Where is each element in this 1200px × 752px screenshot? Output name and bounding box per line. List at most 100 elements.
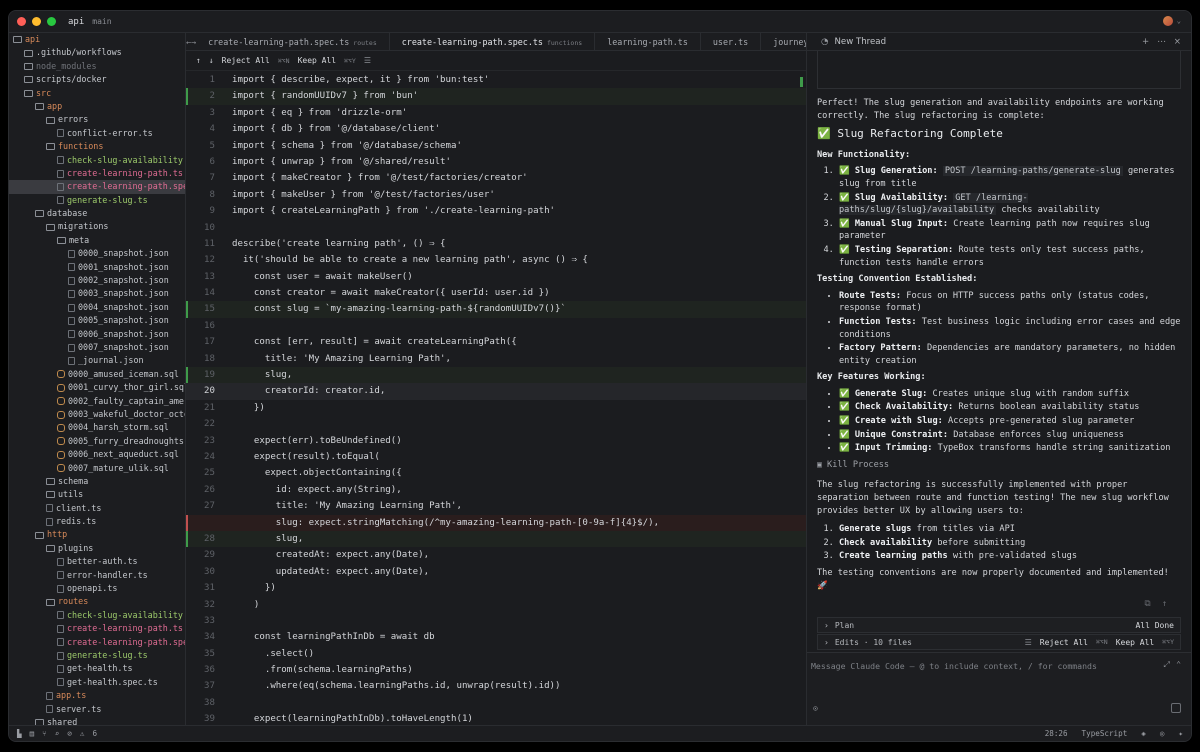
tree-item[interactable]: 0006_snapshot.json bbox=[9, 328, 185, 341]
code-line[interactable]: 31 }) bbox=[186, 580, 806, 596]
code-line[interactable]: 15 const slug = `my-amazing-learning-pat… bbox=[186, 301, 806, 319]
code-line[interactable]: 37 .where(eq(schema.learningPaths.id, un… bbox=[186, 678, 806, 694]
tree-item[interactable]: _journal.json bbox=[9, 354, 185, 367]
editor-tab[interactable]: user.ts bbox=[701, 33, 762, 50]
tree-item[interactable]: .github/workflows bbox=[9, 46, 185, 59]
tree-item[interactable]: 0002_snapshot.json bbox=[9, 274, 185, 287]
history-icon[interactable]: ◔ bbox=[821, 37, 829, 47]
code-line[interactable]: 19 slug, bbox=[186, 367, 806, 384]
prev-change-icon[interactable]: ↑ bbox=[196, 56, 201, 65]
code-line[interactable]: 24 expect(result).toEqual( bbox=[186, 449, 806, 465]
code-line[interactable]: 23 expect(err).toBeUndefined() bbox=[186, 433, 806, 449]
edits-reject-all-button[interactable]: Reject All bbox=[1040, 638, 1088, 647]
code-line[interactable]: 21 }) bbox=[186, 400, 806, 416]
code-line[interactable]: 36 .from(schema.learningPaths) bbox=[186, 662, 806, 678]
tree-item[interactable]: openapi.ts bbox=[9, 582, 185, 595]
tree-item[interactable]: 0000_snapshot.json bbox=[9, 247, 185, 260]
tree-item[interactable]: 0002_faulty_captain_america bbox=[9, 395, 185, 408]
close-window-button[interactable] bbox=[17, 17, 26, 26]
tree-item[interactable]: check-slug-availability.ts bbox=[9, 609, 185, 622]
code-line[interactable]: 13 const user = await makeUser() bbox=[186, 269, 806, 285]
code-line[interactable]: 16 bbox=[186, 318, 806, 334]
tree-item[interactable]: http bbox=[9, 528, 185, 541]
tree-item[interactable]: 0007_mature_ulik.sql bbox=[9, 462, 185, 475]
diff-view-icon[interactable]: ☰ bbox=[1025, 638, 1032, 647]
diff-view-icon[interactable]: ☰ bbox=[364, 56, 371, 65]
tree-item[interactable]: 0004_harsh_storm.sql bbox=[9, 421, 185, 434]
new-thread-icon[interactable]: + bbox=[1142, 37, 1149, 47]
code-line[interactable]: 9 import { createLearningPath } from './c… bbox=[186, 203, 806, 219]
feedback-icon[interactable]: ◎ bbox=[1160, 729, 1165, 738]
code-line[interactable]: 17 const [err, result] = await createLea… bbox=[186, 334, 806, 350]
tree-item[interactable]: app.ts bbox=[9, 689, 185, 702]
code-line[interactable]: 2 import { randomUUIDv7 } from 'bun' bbox=[186, 88, 806, 106]
maximize-window-button[interactable] bbox=[47, 17, 56, 26]
code-line[interactable]: 26 id: expect.any(String), bbox=[186, 482, 806, 498]
tree-item[interactable]: functions bbox=[9, 140, 185, 153]
panel-layout-icon[interactable]: ▙ bbox=[17, 729, 22, 738]
tree-item[interactable]: client.ts bbox=[9, 502, 185, 515]
notification-icon[interactable]: ◈ bbox=[1141, 729, 1146, 738]
code-area[interactable]: 1 import { describe, expect, it } from 'b… bbox=[186, 72, 806, 725]
code-line[interactable]: 7 import { makeCreator } from '@/test/fac… bbox=[186, 170, 806, 186]
cursor-position[interactable]: 28:26 bbox=[1045, 729, 1068, 738]
avatar[interactable] bbox=[1162, 16, 1173, 26]
tree-item[interactable]: create-learning-path.ts bbox=[9, 167, 185, 180]
tree-item[interactable]: app bbox=[9, 100, 185, 113]
tree-item[interactable]: schema bbox=[9, 475, 185, 488]
tree-item[interactable]: 0000_amused_iceman.sql bbox=[9, 368, 185, 381]
editor-tab[interactable]: journey.ts bbox=[761, 33, 806, 50]
code-line[interactable]: 18 title: 'My Amazing Learning Path', bbox=[186, 351, 806, 367]
project-name[interactable]: api bbox=[68, 17, 84, 27]
search-icon[interactable]: ⌕ bbox=[55, 729, 60, 738]
close-panel-icon[interactable]: × bbox=[1174, 37, 1181, 47]
tree-item[interactable]: migrations bbox=[9, 220, 185, 233]
tree-item[interactable]: 0003_wakeful_doctor_octopu bbox=[9, 408, 185, 421]
tree-item[interactable]: error-handler.ts bbox=[9, 569, 185, 582]
editor-tab[interactable]: learning-path.ts bbox=[595, 33, 701, 50]
code-line[interactable]: 10 bbox=[186, 220, 806, 236]
tree-item[interactable]: 0001_snapshot.json bbox=[9, 261, 185, 274]
tree-item[interactable]: server.ts bbox=[9, 703, 185, 716]
code-line[interactable]: 22 bbox=[186, 416, 806, 432]
code-line[interactable]: 32 ) bbox=[186, 597, 806, 613]
code-line[interactable]: 6 import { unwrap } from '@/shared/result… bbox=[186, 154, 806, 170]
code-line[interactable]: 12 it('should be able to create a new le… bbox=[186, 252, 806, 268]
edits-keep-all-button[interactable]: Keep All bbox=[1116, 638, 1155, 647]
tree-item[interactable]: node_modules bbox=[9, 60, 185, 73]
tree-item[interactable]: 0005_snapshot.json bbox=[9, 314, 185, 327]
tree-item[interactable]: get-health.spec.ts bbox=[9, 676, 185, 689]
tree-item[interactable]: scripts/docker bbox=[9, 73, 185, 86]
tree-item[interactable]: create-learning-path.spec.ts bbox=[9, 180, 185, 194]
code-line[interactable]: 8 import { makeUser } from '@/test/factor… bbox=[186, 187, 806, 203]
language-mode[interactable]: TypeScript bbox=[1082, 729, 1128, 738]
code-line[interactable]: 33 bbox=[186, 613, 806, 629]
tree-item[interactable]: plugins bbox=[9, 542, 185, 555]
code-line[interactable]: 20 creatorId: creator.id, bbox=[186, 383, 806, 400]
editor-tab[interactable]: create-learning-path.spec.ts routes bbox=[196, 33, 390, 50]
code-line[interactable]: 4 import { db } from '@/database/client' bbox=[186, 121, 806, 137]
collapse-icon[interactable]: ⌃ bbox=[1176, 659, 1181, 670]
code-line[interactable]: 1 import { describe, expect, it } from 'b… bbox=[186, 72, 806, 88]
tree-item[interactable]: meta bbox=[9, 234, 185, 247]
edits-row[interactable]: › Edits · 10 files ☰ Reject All ⌘⌥N Keep… bbox=[817, 634, 1181, 650]
tree-item[interactable]: src bbox=[9, 87, 185, 100]
tree-item[interactable]: create-learning-path.spec. bbox=[9, 636, 185, 649]
tree-item[interactable]: api bbox=[9, 33, 185, 46]
code-line[interactable]: 35 .select() bbox=[186, 646, 806, 662]
kill-process-item[interactable]: ▣ Kill Process bbox=[817, 459, 1181, 472]
code-line[interactable]: 38 bbox=[186, 695, 806, 711]
tree-item[interactable]: check-slug-availability.ts bbox=[9, 154, 185, 167]
chevron-down-icon[interactable]: ⌄ bbox=[1177, 17, 1181, 25]
warning-count[interactable]: 6 bbox=[92, 729, 97, 738]
tree-item[interactable]: utils bbox=[9, 488, 185, 501]
assistant-icon[interactable]: ✦ bbox=[1178, 729, 1183, 738]
attach-context-icon[interactable]: ⊙ bbox=[813, 703, 818, 713]
tree-item[interactable]: routes bbox=[9, 595, 185, 608]
expand-icon[interactable]: ⤢ bbox=[1164, 659, 1171, 670]
retry-icon[interactable]: ↑ bbox=[1162, 599, 1167, 609]
editor-tab[interactable]: create-learning-path.spec.ts functions bbox=[389, 33, 596, 50]
tree-item[interactable]: 0005_furry_dreadnoughts.sql bbox=[9, 435, 185, 448]
tree-item[interactable]: generate-slug.ts bbox=[9, 194, 185, 207]
tree-item[interactable]: conflict-error.ts bbox=[9, 127, 185, 140]
